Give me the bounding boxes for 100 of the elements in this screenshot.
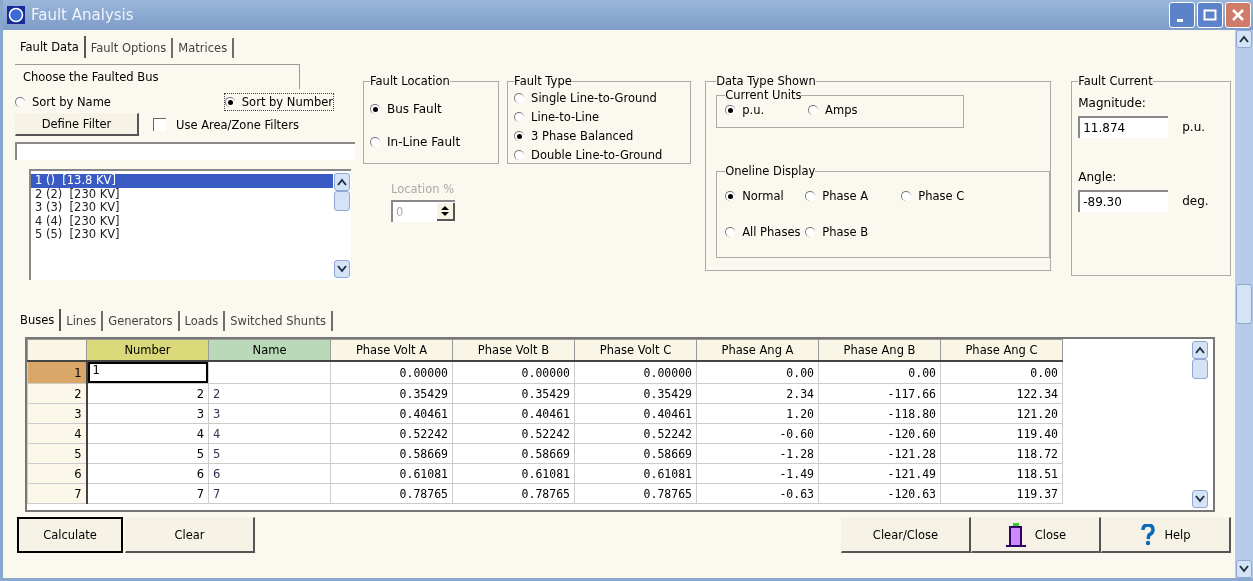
scroll-down-button[interactable] — [1192, 490, 1208, 508]
table-cell: 119.37 — [940, 483, 1063, 504]
tab[interactable]: Matrices — [173, 38, 235, 58]
scroll-thumb[interactable] — [334, 191, 350, 211]
row-header[interactable]: 1 — [27, 361, 87, 384]
column-header[interactable]: Phase Ang C — [940, 339, 1063, 361]
row-header[interactable]: 6 — [27, 463, 87, 484]
tab[interactable]: Loads — [179, 311, 226, 331]
table-cell: 4 — [86, 423, 209, 444]
table-cell: 2.34 — [696, 383, 819, 404]
angle-field[interactable]: -89.30 — [1078, 190, 1169, 212]
scroll-thumb[interactable] — [1192, 359, 1208, 379]
radio-button[interactable]: Phase A — [805, 188, 902, 204]
table-cell: 6 — [208, 463, 331, 484]
unit-label: deg. — [1182, 194, 1209, 208]
table-cell: 0.40461 — [574, 403, 697, 424]
scroll-down-button[interactable] — [1236, 560, 1252, 578]
spin-arrows-icon — [440, 205, 450, 217]
unit-label: p.u. — [1182, 120, 1206, 134]
row-header[interactable]: 3 — [27, 403, 87, 424]
table-cell: 0.35429 — [574, 383, 697, 404]
radio-button[interactable]: All Phases — [725, 224, 806, 240]
table-cell: 0.52242 — [452, 423, 575, 444]
table-cell: -117.66 — [818, 383, 941, 404]
caret-down-icon — [1239, 565, 1249, 573]
radio-button[interactable]: Double Line-to-Ground — [514, 147, 685, 163]
list-item[interactable]: 5 (5) [230 KV] — [31, 228, 333, 242]
action-button[interactable]: Help — [1101, 517, 1231, 553]
table-cell: 0.00000 — [574, 361, 697, 384]
list-item[interactable]: 4 (4) [230 KV] — [31, 214, 333, 228]
door-icon — [1004, 522, 1027, 547]
table-cell: 2 — [208, 383, 331, 404]
column-header[interactable]: Phase Ang B — [818, 339, 941, 361]
radio-button[interactable]: Phase B — [805, 224, 902, 240]
column-header[interactable]: Phase Volt B — [452, 339, 575, 361]
row-header[interactable]: 5 — [27, 443, 87, 464]
checkbox[interactable]: Use Area/Zone Filters — [153, 117, 299, 132]
scroll-up-button[interactable] — [1192, 341, 1208, 359]
radio-button[interactable]: Amps — [808, 102, 858, 118]
field-label: Angle: — [1078, 170, 1118, 184]
list-item[interactable]: 2 (2) [230 KV] — [31, 187, 333, 201]
radio-button[interactable]: p.u. — [725, 102, 765, 118]
table-cell: 0.40461 — [452, 403, 575, 424]
scroll-thumb[interactable] — [1236, 284, 1252, 324]
table-cell: 0.40461 — [330, 403, 453, 424]
column-header[interactable]: Phase Volt A — [330, 339, 453, 361]
row-header[interactable]: 4 — [27, 423, 87, 444]
table-cell: 0.58669 — [452, 443, 575, 464]
group-title: Oneline Display — [725, 164, 816, 178]
column-header[interactable]: Phase Volt C — [574, 339, 697, 361]
table-cell: 0.58669 — [330, 443, 453, 464]
radio-button[interactable]: Sort by Number — [224, 94, 333, 110]
group-title: Data Type Shown — [716, 74, 816, 88]
column-header[interactable]: Name — [208, 339, 331, 361]
table-cell: -120.63 — [818, 483, 941, 504]
maximize-button[interactable] — [1197, 2, 1223, 28]
table-cell: 0.35429 — [452, 383, 575, 404]
table-cell: 0.61081 — [574, 463, 697, 484]
radio-button[interactable]: Sort by Name — [15, 94, 111, 110]
table-cell: 5 — [86, 443, 209, 464]
table-cell: 1 — [87, 362, 208, 383]
list-item[interactable]: 3 (3) [230 KV] — [31, 201, 333, 215]
column-header[interactable]: Number — [86, 339, 209, 361]
table-cell: 118.72 — [940, 443, 1063, 464]
column-header[interactable]: Phase Ang A — [696, 339, 819, 361]
tab[interactable]: Lines — [61, 311, 104, 331]
radio-button[interactable]: 3 Phase Balanced — [514, 128, 685, 144]
scroll-up-button[interactable] — [334, 173, 350, 191]
minimize-button[interactable] — [1169, 2, 1195, 28]
table-cell: 3 — [86, 403, 209, 424]
minimize-icon — [1177, 18, 1183, 22]
filter-field[interactable] — [15, 142, 355, 160]
radio-button[interactable]: In-Line Fault — [370, 134, 493, 151]
radio-button[interactable]: Single Line-to-Ground — [514, 90, 685, 106]
radio-button[interactable]: Phase C — [901, 188, 982, 204]
radio-button[interactable]: Line-to-Line — [514, 109, 685, 125]
tab[interactable]: Fault Options — [85, 38, 174, 58]
magnitude-field[interactable]: 11.874 — [1078, 116, 1169, 138]
group-title: Current Units — [725, 88, 802, 102]
tab[interactable]: Generators — [103, 311, 180, 331]
scroll-up-button[interactable] — [1236, 30, 1252, 48]
define-filter-button[interactable]: Define Filter — [15, 113, 139, 136]
table-cell: 0.78765 — [452, 483, 575, 504]
radio-button[interactable]: Bus Fault — [370, 100, 493, 117]
radio-button[interactable]: Normal — [725, 188, 806, 204]
field-label: Location % — [391, 182, 456, 196]
table-cell: 0.00000 — [330, 361, 453, 384]
action-button[interactable]: Close — [971, 517, 1101, 553]
row-header[interactable]: 2 — [27, 383, 87, 404]
table-cell: 7 — [208, 483, 331, 504]
row-header[interactable]: 7 — [27, 483, 87, 504]
action-button[interactable]: Calculate — [17, 517, 123, 553]
maximize-icon — [1203, 9, 1217, 21]
action-button[interactable]: Clear/Close — [841, 517, 971, 553]
tab[interactable]: Switched Shunts — [225, 311, 333, 331]
table-cell: 0.35429 — [330, 383, 453, 404]
action-button[interactable]: Clear — [125, 517, 255, 553]
scroll-down-button[interactable] — [334, 260, 350, 278]
list-item[interactable]: 1 () [13.8 KV] — [31, 174, 333, 188]
table-cell: 0.00000 — [452, 361, 575, 384]
